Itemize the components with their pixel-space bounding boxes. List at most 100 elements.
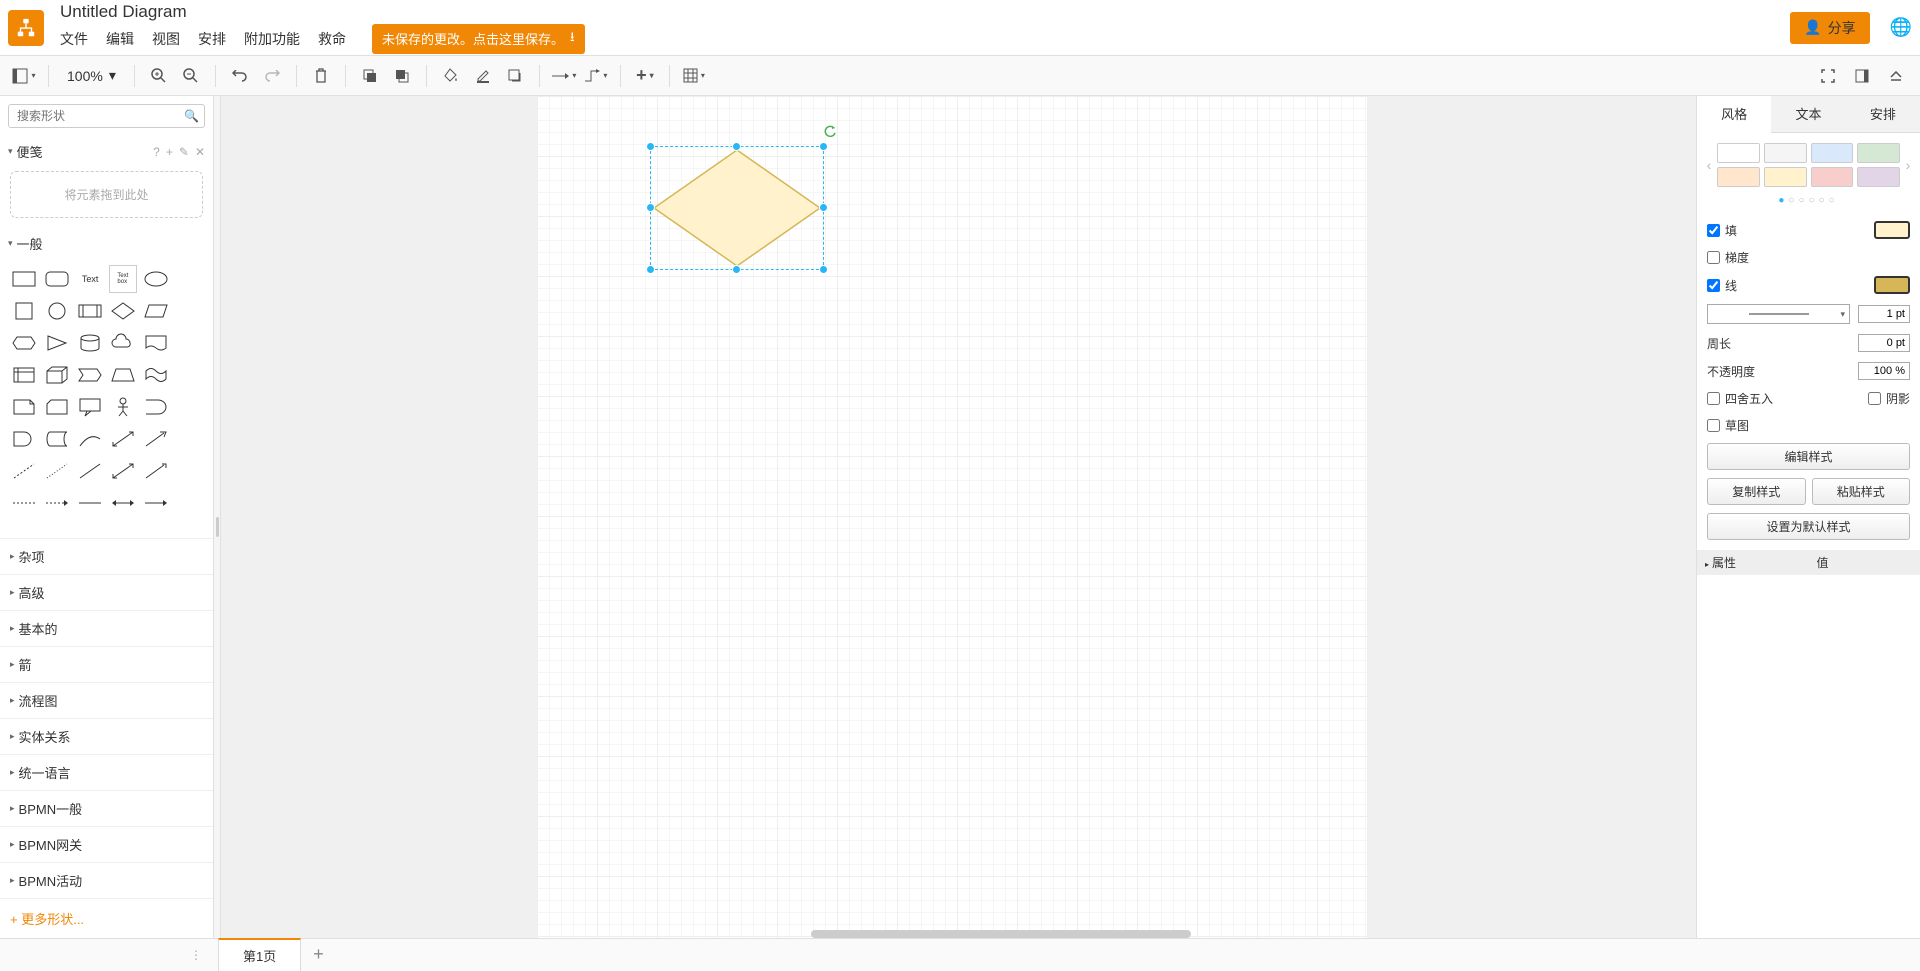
canvas-page[interactable] <box>537 96 1367 938</box>
shape-or[interactable] <box>141 393 170 421</box>
category-flowchart[interactable]: ▸流程图 <box>0 682 213 718</box>
shape-document[interactable] <box>141 329 170 357</box>
to-front-button[interactable] <box>356 62 384 90</box>
search-icon[interactable]: 🔍 <box>184 109 199 123</box>
shape-process[interactable] <box>76 297 105 325</box>
swatch-2[interactable] <box>1811 143 1854 163</box>
opacity-input[interactable] <box>1858 362 1910 380</box>
resize-handle-w[interactable] <box>646 203 655 212</box>
shape-conn4[interactable] <box>109 489 138 517</box>
line-width-input[interactable] <box>1858 305 1910 323</box>
line-color-button[interactable] <box>469 62 497 90</box>
swatch-3[interactable] <box>1857 143 1900 163</box>
shape-hexagon[interactable] <box>10 329 39 357</box>
search-shapes-input[interactable] <box>8 104 205 128</box>
horizontal-scrollbar[interactable] <box>811 930 1191 938</box>
menu-file[interactable]: 文件 <box>60 29 88 49</box>
swatch-prev[interactable]: ‹ <box>1701 157 1717 173</box>
sketch-checkbox[interactable]: 草图 <box>1707 417 1749 434</box>
page-tab-1[interactable]: 第1页 <box>218 938 301 971</box>
menu-extras[interactable]: 附加功能 <box>244 29 300 49</box>
shape-data-storage[interactable] <box>43 425 72 453</box>
canvas[interactable] <box>221 96 1696 938</box>
add-page-button[interactable]: + <box>301 944 336 965</box>
left-splitter[interactable] <box>214 96 221 938</box>
tab-style[interactable]: 风格 <box>1697 96 1771 133</box>
copy-style-button[interactable]: 复制样式 <box>1707 478 1806 505</box>
shape-tape[interactable] <box>141 361 170 389</box>
swatch-6[interactable] <box>1811 167 1854 187</box>
perimeter-input[interactable] <box>1858 334 1910 352</box>
shape-curve[interactable] <box>76 425 105 453</box>
shape-conn1[interactable] <box>10 489 39 517</box>
scratchpad-dropzone[interactable]: 将元素拖到此处 <box>10 171 203 218</box>
category-er[interactable]: ▸实体关系 <box>0 718 213 754</box>
category-bpmn-general[interactable]: ▸BPMN一般 <box>0 790 213 826</box>
menu-view[interactable]: 视图 <box>152 29 180 49</box>
add-icon[interactable]: + <box>166 145 173 159</box>
share-button[interactable]: 👤 分享 <box>1790 12 1869 44</box>
delete-button[interactable] <box>307 62 335 90</box>
shape-callout[interactable] <box>76 393 105 421</box>
shape-square[interactable] <box>10 297 39 325</box>
shape-triangle[interactable] <box>43 329 72 357</box>
undo-button[interactable] <box>226 62 254 90</box>
swatch-0[interactable] <box>1717 143 1760 163</box>
zoom-out-button[interactable] <box>177 62 205 90</box>
resize-handle-nw[interactable] <box>646 142 655 151</box>
shape-cloud[interactable] <box>109 329 138 357</box>
shape-line[interactable] <box>76 457 105 485</box>
menu-help[interactable]: 救命 <box>318 29 346 49</box>
fill-checkbox[interactable]: 填 <box>1707 222 1737 239</box>
line-checkbox[interactable]: 线 <box>1707 277 1737 294</box>
resize-handle-sw[interactable] <box>646 265 655 274</box>
language-icon[interactable]: 🌐 <box>1890 17 1912 38</box>
shape-dashed-line[interactable] <box>10 457 39 485</box>
paste-style-button[interactable]: 粘贴样式 <box>1812 478 1911 505</box>
menu-edit[interactable]: 编辑 <box>106 29 134 49</box>
swatch-5[interactable] <box>1764 167 1807 187</box>
general-shapes-header[interactable]: ▾一般 <box>0 228 213 259</box>
fill-color-button[interactable] <box>437 62 465 90</box>
shape-bidir-line[interactable] <box>109 457 138 485</box>
shape-conn5[interactable] <box>141 489 170 517</box>
connection-button[interactable]: ▾ <box>550 62 578 90</box>
swatch-4[interactable] <box>1717 167 1760 187</box>
shape-text[interactable]: Text <box>76 265 105 293</box>
swatch-7[interactable] <box>1857 167 1900 187</box>
to-back-button[interactable] <box>388 62 416 90</box>
shape-note[interactable] <box>10 393 39 421</box>
close-icon[interactable]: ✕ <box>195 145 205 159</box>
tab-arrange[interactable]: 安排 <box>1846 96 1920 132</box>
shape-conn3[interactable] <box>76 489 105 517</box>
table-button[interactable]: ▾ <box>680 62 708 90</box>
shadow-checkbox[interactable]: 阴影 <box>1868 390 1910 407</box>
shape-internal-storage[interactable] <box>10 361 39 389</box>
shape-trapezoid[interactable] <box>109 361 138 389</box>
shape-textbox[interactable]: Textbox <box>109 265 138 293</box>
swatch-pagination[interactable]: ●○○○○○ <box>1697 191 1920 216</box>
category-uml[interactable]: ▸统一语言 <box>0 754 213 790</box>
edit-icon[interactable]: ✎ <box>179 145 189 159</box>
shape-circle[interactable] <box>43 297 72 325</box>
category-advanced[interactable]: ▸高级 <box>0 574 213 610</box>
category-bpmn-gateway[interactable]: ▸BPMN网关 <box>0 826 213 862</box>
category-basic[interactable]: ▸基本的 <box>0 610 213 646</box>
shape-arrow[interactable] <box>141 425 170 453</box>
fill-color-chip[interactable] <box>1874 221 1910 239</box>
shape-cube[interactable] <box>43 361 72 389</box>
resize-handle-se[interactable] <box>819 265 828 274</box>
set-default-button[interactable]: 设置为默认样式 <box>1707 513 1910 540</box>
unsaved-warning[interactable]: 未保存的更改。点击这里保存。 ⭳ <box>372 24 585 54</box>
category-bpmn-activity[interactable]: ▸BPMN活动 <box>0 862 213 898</box>
zoom-in-button[interactable] <box>145 62 173 90</box>
resize-handle-s[interactable] <box>732 265 741 274</box>
properties-header[interactable]: ▸属性 值 <box>1697 550 1920 575</box>
rounded-checkbox[interactable]: 四舍五入 <box>1707 390 1773 407</box>
document-title[interactable]: Untitled Diagram <box>60 2 1790 22</box>
help-icon[interactable]: ? <box>153 145 160 159</box>
redo-button[interactable] <box>258 62 286 90</box>
edit-style-button[interactable]: 编辑样式 <box>1707 443 1910 470</box>
page-menu-icon[interactable]: ⋮ <box>0 948 214 962</box>
collapse-button[interactable] <box>1882 62 1910 90</box>
